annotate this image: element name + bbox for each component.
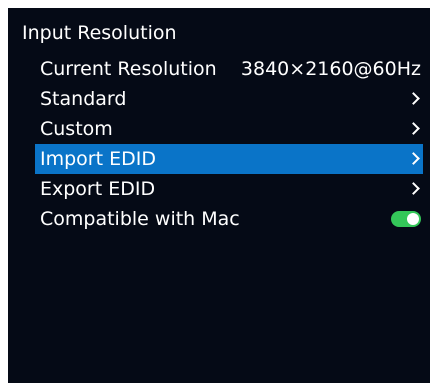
toggle-knob — [407, 213, 419, 225]
mac-compatibility-toggle[interactable] — [391, 211, 421, 227]
menu-item-import-edid[interactable]: Import EDID — [35, 144, 423, 174]
menu-item-label: Current Resolution — [40, 58, 217, 80]
menu-item-export-edid[interactable]: Export EDID — [35, 174, 423, 204]
menu-item-label: Custom — [40, 118, 113, 140]
menu-item-label: Export EDID — [40, 178, 156, 200]
chevron-right-icon — [407, 182, 420, 195]
menu-item-custom[interactable]: Custom — [35, 114, 423, 144]
menu-item-current-resolution[interactable]: Current Resolution 3840×2160@60Hz — [35, 54, 423, 84]
chevron-right-icon — [407, 152, 420, 165]
chevron-right-icon — [407, 92, 420, 105]
chevron-right-icon — [407, 122, 420, 135]
current-resolution-value: 3840×2160@60Hz — [240, 58, 421, 80]
menu-item-standard[interactable]: Standard — [35, 84, 423, 114]
settings-screen: Input Resolution Current Resolution 3840… — [8, 8, 430, 383]
menu-item-label: Standard — [40, 88, 127, 110]
menu-item-label: Compatible with Mac — [40, 208, 240, 230]
menu-title: Input Resolution — [22, 22, 177, 44]
menu-list: Current Resolution 3840×2160@60Hz Standa… — [35, 54, 423, 234]
menu-item-label: Import EDID — [40, 148, 156, 170]
menu-item-compatible-with-mac[interactable]: Compatible with Mac — [35, 204, 423, 234]
